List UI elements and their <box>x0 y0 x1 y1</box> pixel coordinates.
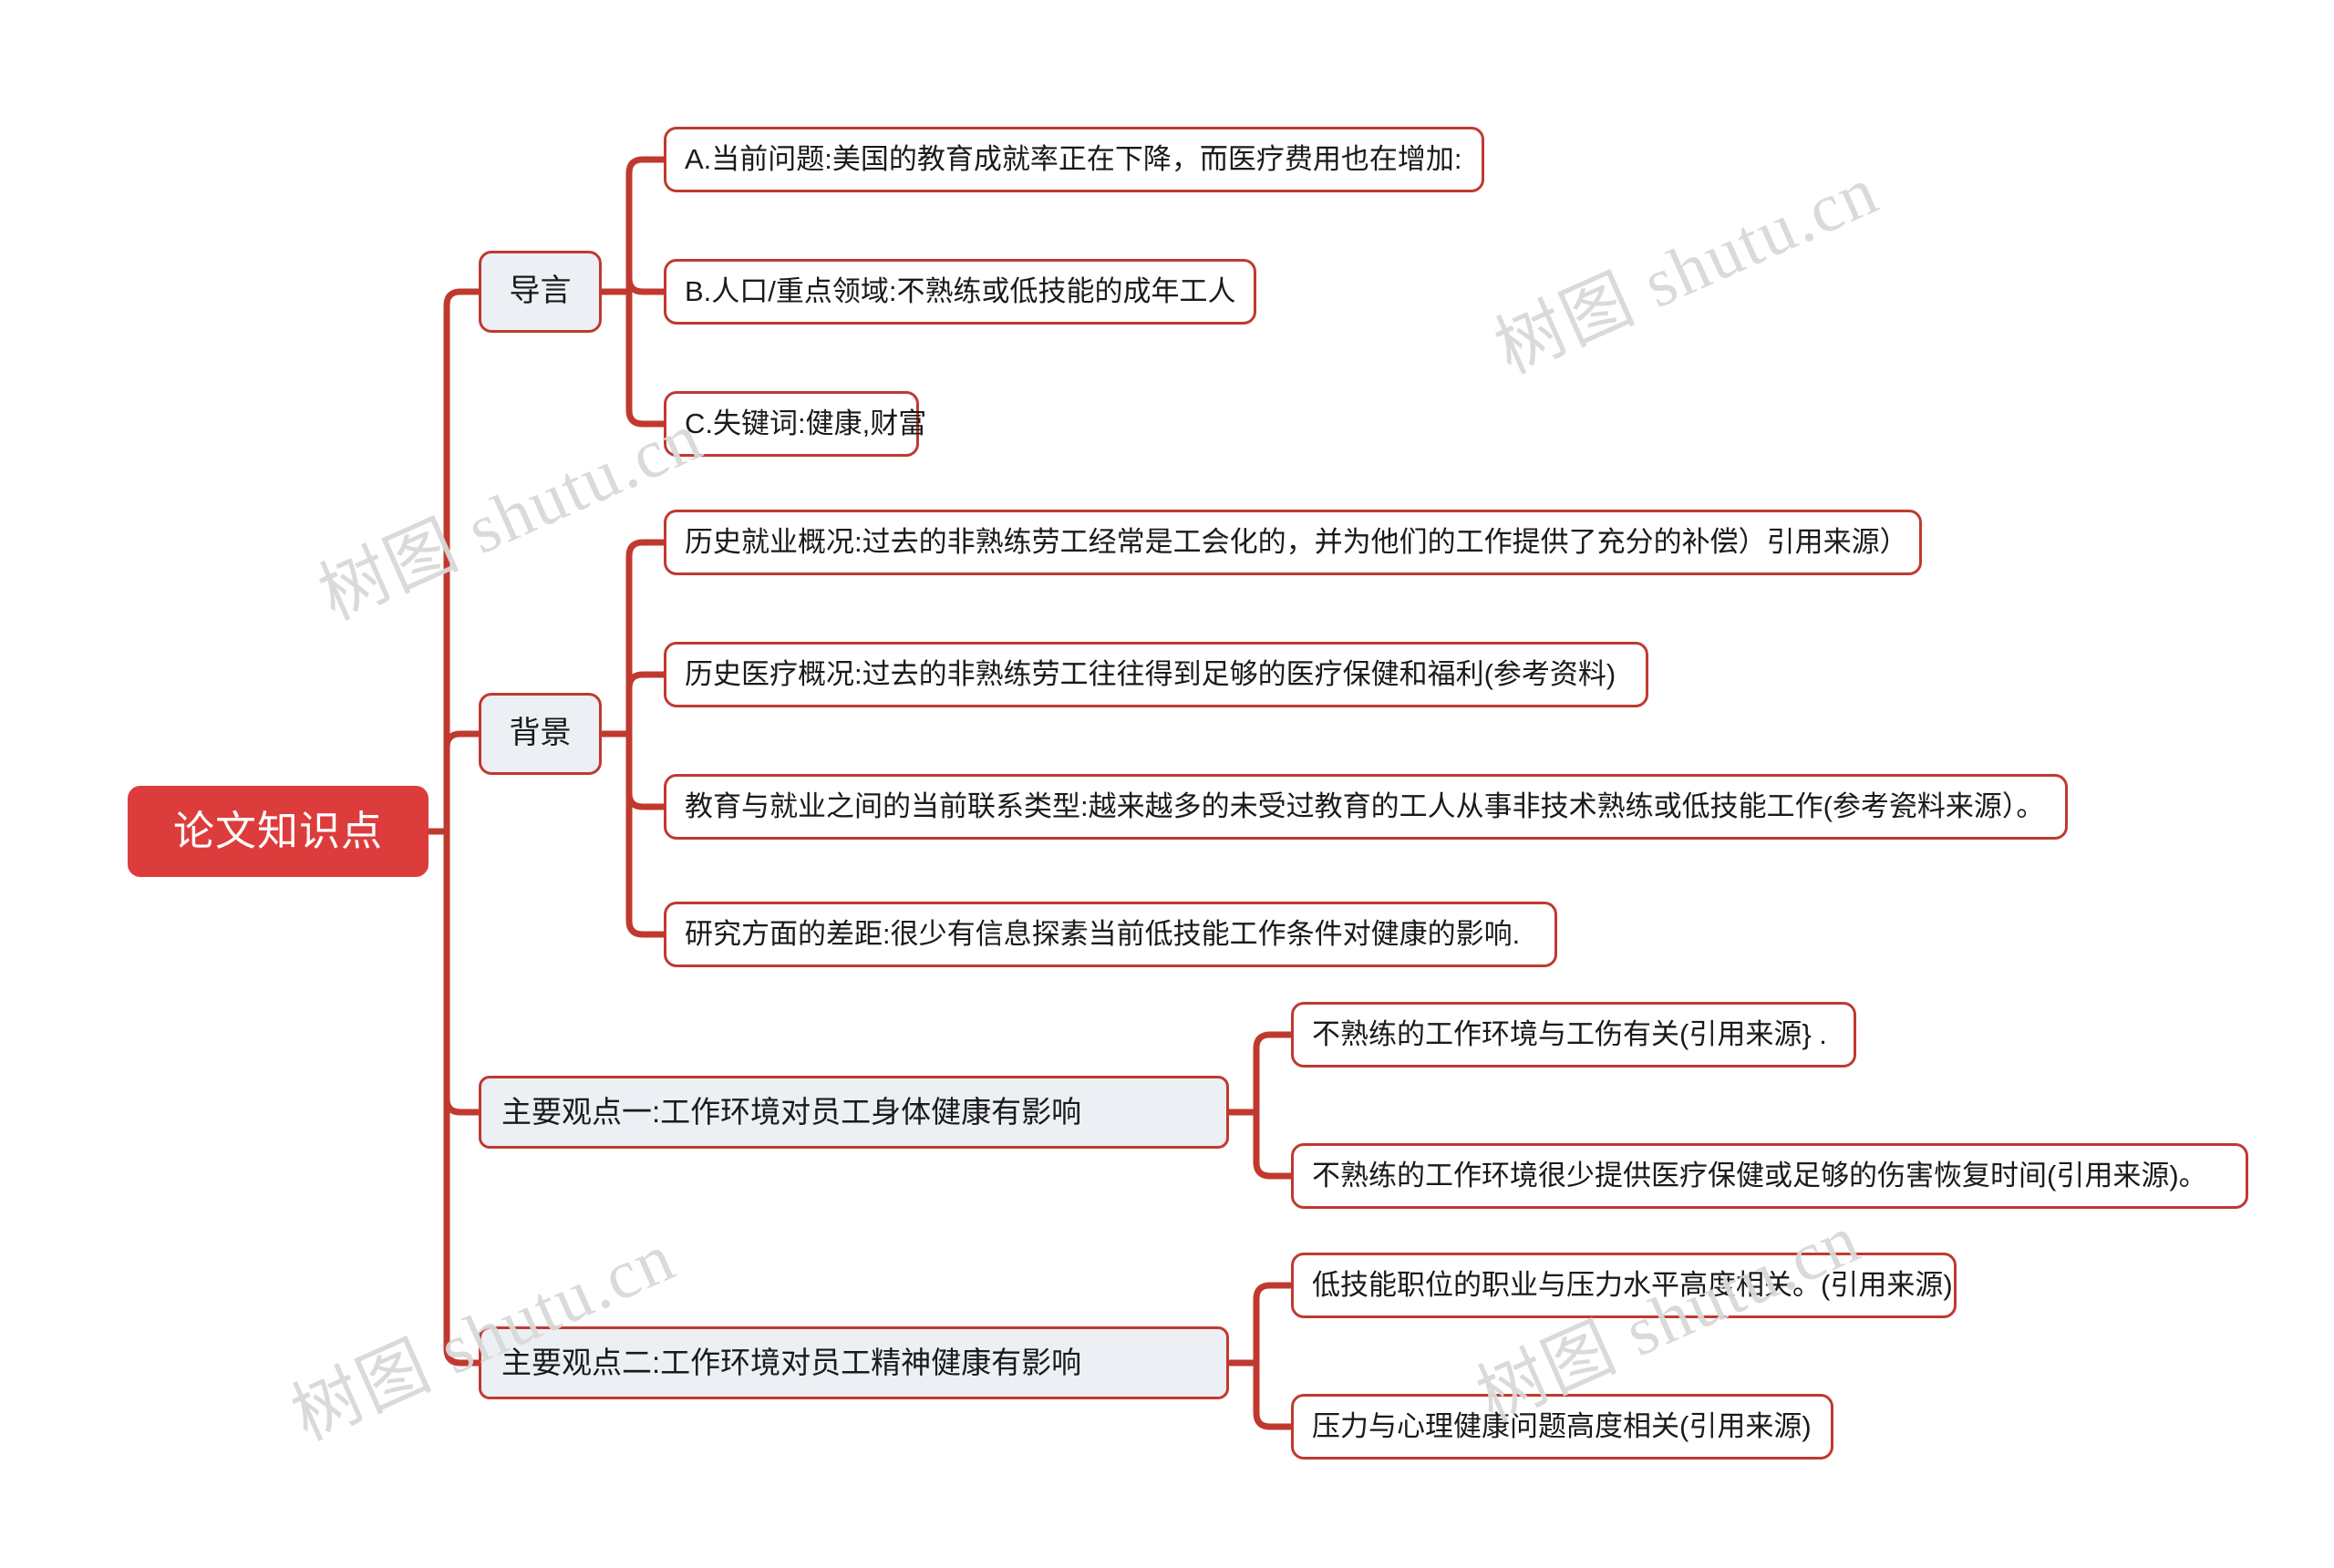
leaf-node-label: 压力与心理健康问题高度相关(引用来源) <box>1312 1409 1812 1442</box>
leaf-node[interactable]: 低技能职位的职业与压力水平高度相关。(引用来源) <box>1291 1253 1957 1318</box>
leaf-node[interactable]: A.当前问题:美国的教育成就率正在下降，而医疗费用也在增加: <box>664 127 1484 192</box>
branch-node-label: 导言 <box>509 273 572 309</box>
leaf-node-label: 历史就业概况:过去的非熟练劳工经常是工会化的，并为他们的工作提供了充分的补偿）引… <box>685 525 1908 558</box>
root-node-label: 论文知识点 <box>172 808 383 855</box>
branch-node-label: 主要观点一:工作环境对员工身体健康有影响 <box>501 1094 1082 1129</box>
leaf-node-label: 不熟练的工作环境很少提供医疗保健或足够的伤害恢复时间(引用来源)。 <box>1312 1159 2207 1191</box>
branch-node-viewpoint-two[interactable]: 主要观点二:工作环境对员工精神健康有影响 <box>479 1326 1229 1399</box>
mindmap-canvas: 树图 shutu.cn 树图 shutu.cn 树图 shutu.cn 树图 s… <box>0 0 2334 1568</box>
leaf-node[interactable]: 研究方面的差距:很少有信息探素当前低技能工作条件对健康的影响. <box>664 902 1557 967</box>
leaf-node[interactable]: 教育与就业之间的当前联系类型:越来越多的未受过教育的工人从事非技术熟练或低技能工… <box>664 774 2068 840</box>
branch-node-label: 背景 <box>509 716 572 751</box>
leaf-node-label: 教育与就业之间的当前联系类型:越来越多的未受过教育的工人从事非技术熟练或低技能工… <box>685 789 2045 822</box>
leaf-node[interactable]: 历史医疗概况:过去的非熟练劳工往往得到足够的医疗保健和福利(参考资料) <box>664 642 1648 707</box>
leaf-node[interactable]: 不熟练的工作环境与工伤有关(引用来源} . <box>1291 1002 1856 1068</box>
leaf-node[interactable]: C.失键词:健康,财富 <box>664 391 926 457</box>
leaf-node-label: 研究方面的差距:很少有信息探素当前低技能工作条件对健康的影响. <box>685 917 1521 950</box>
leaf-node[interactable]: B.人口/重点领域:不熟练或低技能的成年工人 <box>664 259 1256 325</box>
branch-node-beijing[interactable]: 背景 <box>479 693 602 775</box>
leaf-node-label: 不熟练的工作环境与工伤有关(引用来源} . <box>1312 1017 1827 1050</box>
leaf-node-label: A.当前问题:美国的教育成就率正在下降，而医疗费用也在增加: <box>685 142 1462 175</box>
branch-node-viewpoint-one[interactable]: 主要观点一:工作环境对员工身体健康有影响 <box>479 1076 1229 1149</box>
leaf-node-label: B.人口/重点领域:不熟练或低技能的成年工人 <box>685 274 1236 307</box>
root-node[interactable]: 论文知识点 <box>128 786 429 877</box>
leaf-node[interactable]: 不熟练的工作环境很少提供医疗保健或足够的伤害恢复时间(引用来源)。 <box>1291 1143 2248 1209</box>
leaf-node-label: 低技能职位的职业与压力水平高度相关。(引用来源) <box>1312 1268 1953 1301</box>
leaf-node[interactable]: 压力与心理健康问题高度相关(引用来源) <box>1291 1394 1833 1460</box>
branch-node-label: 主要观点二:工作环境对员工精神健康有影响 <box>501 1345 1082 1379</box>
leaf-node-label: 历史医疗概况:过去的非熟练劳工往往得到足够的医疗保健和福利(参考资料) <box>685 657 1616 690</box>
leaf-node-label: C.失键词:健康,财富 <box>685 407 927 439</box>
branch-node-daoyan[interactable]: 导言 <box>479 251 602 333</box>
leaf-node[interactable]: 历史就业概况:过去的非熟练劳工经常是工会化的，并为他们的工作提供了充分的补偿）引… <box>664 510 1922 575</box>
